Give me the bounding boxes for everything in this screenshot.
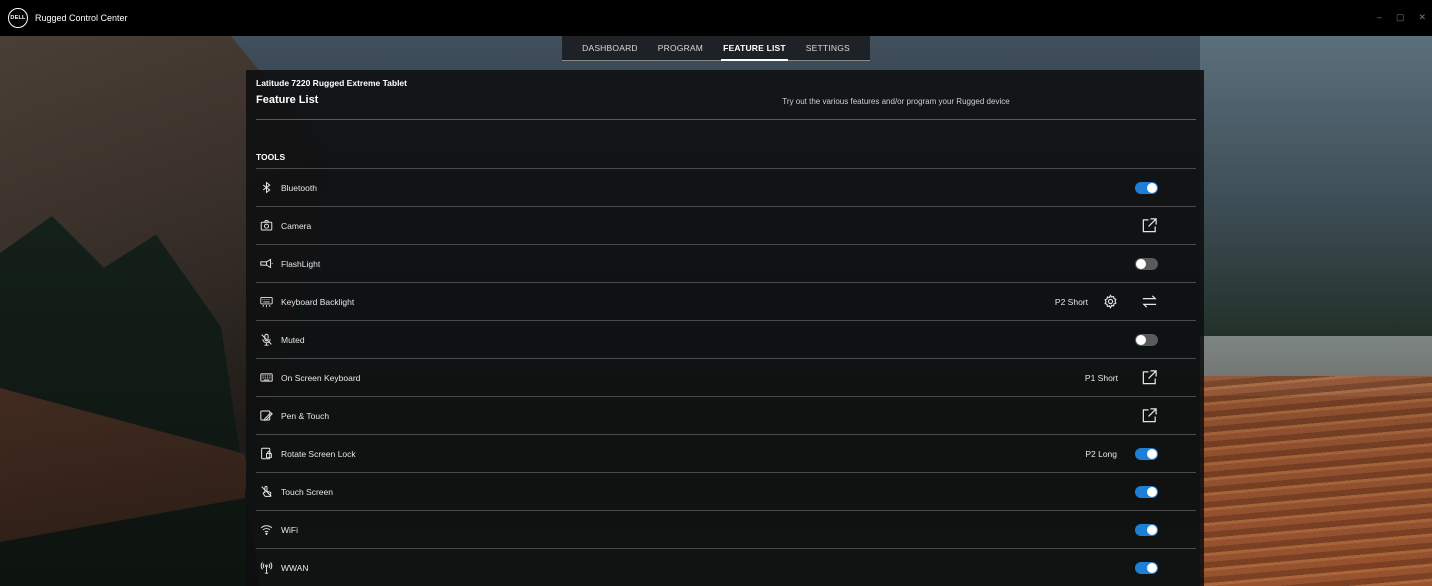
maximize-button[interactable]: ▢: [1396, 12, 1405, 22]
feature-row-bluetooth: Bluetooth: [256, 168, 1196, 206]
feature-controls: [1135, 511, 1158, 548]
external-link-icon[interactable]: [1140, 407, 1158, 425]
header-divider: [256, 119, 1196, 120]
feature-row-rotate-screen-lock: Rotate Screen Lock P2 Long: [256, 434, 1196, 472]
feature-controls: P2 Long: [1085, 435, 1158, 472]
wwan-toggle[interactable]: [1135, 561, 1158, 574]
shortcut-label: P2 Short: [1054, 296, 1088, 307]
feature-row-wwan: WWAN: [256, 548, 1196, 586]
feature-row-keyboard-backlight: Keyboard Backlight P2 Short: [256, 282, 1196, 320]
feature-controls: [1135, 245, 1158, 282]
external-link-icon[interactable]: [1140, 217, 1158, 235]
feature-label: Pen & Touch: [281, 410, 330, 421]
dell-logo: DELL: [8, 8, 28, 28]
tab-program[interactable]: PROGRAM: [648, 36, 713, 60]
page-title: Feature List: [256, 94, 319, 106]
feature-row-touch-screen: Touch Screen: [256, 472, 1196, 510]
page-subtitle: Try out the various features and/or prog…: [782, 97, 1010, 106]
feature-controls: [1135, 321, 1158, 358]
feature-label: Touch Screen: [281, 486, 333, 497]
shortcut-label: P2 Long: [1085, 448, 1117, 459]
feature-controls: [1135, 473, 1158, 510]
feature-label: On Screen Keyboard: [281, 372, 361, 383]
tab-feature-list[interactable]: FEATURE LIST: [713, 36, 796, 61]
feature-label: Keyboard Backlight: [281, 296, 355, 307]
tab-bar: DASHBOARD PROGRAM FEATURE LIST SETTINGS: [0, 36, 1432, 61]
muted-toggle[interactable]: [1135, 333, 1158, 346]
bluetooth-icon: [259, 181, 273, 195]
feature-controls: P1 Short: [1085, 359, 1158, 396]
section-label-tools: TOOLS: [256, 152, 286, 162]
antenna-icon: [259, 561, 273, 575]
feature-row-camera: Camera: [256, 206, 1196, 244]
swap-icon[interactable]: [1140, 293, 1158, 311]
rotate-screen-lock-toggle[interactable]: [1135, 447, 1158, 460]
feature-controls: P2 Short: [1055, 283, 1158, 320]
bluetooth-toggle[interactable]: [1135, 181, 1158, 194]
feature-label: Bluetooth: [281, 182, 317, 193]
shortcut-label: P1 Short: [1084, 372, 1118, 383]
minimize-button[interactable]: –: [1377, 12, 1382, 22]
feature-rows: Bluetooth Camera FlashLight Keyboard Bac…: [256, 168, 1196, 586]
flashlight-toggle[interactable]: [1135, 257, 1158, 270]
device-name: Latitude 7220 Rugged Extreme Tablet: [256, 78, 407, 88]
tab-dashboard[interactable]: DASHBOARD: [572, 36, 648, 60]
feature-label: FlashLight: [281, 258, 321, 269]
keyboard-icon: [259, 371, 273, 385]
wifi-toggle[interactable]: [1135, 523, 1158, 536]
app-title: Rugged Control Center: [35, 13, 128, 23]
flashlight-icon: [259, 257, 273, 271]
feature-controls: [1135, 169, 1158, 206]
feature-row-flashlight: FlashLight: [256, 244, 1196, 282]
touch-screen-toggle[interactable]: [1135, 485, 1158, 498]
feature-controls: [1140, 207, 1158, 244]
feature-label: WiFi: [281, 524, 298, 535]
rotate-lock-icon: [259, 447, 273, 461]
feature-label: WWAN: [281, 562, 309, 573]
tab-settings[interactable]: SETTINGS: [796, 36, 860, 60]
feature-label: Rotate Screen Lock: [281, 448, 356, 459]
feature-label: Muted: [281, 334, 305, 345]
title-bar: DELL Rugged Control Center – ▢ ✕: [0, 0, 1432, 36]
feature-row-pen-touch: Pen & Touch: [256, 396, 1196, 434]
keyboard-backlight-icon: [259, 295, 273, 309]
background-river: [1200, 376, 1432, 586]
close-button[interactable]: ✕: [1418, 12, 1426, 22]
feature-list-panel: Latitude 7220 Rugged Extreme Tablet Feat…: [246, 70, 1204, 586]
touch-icon: [259, 485, 273, 499]
gear-icon[interactable]: [1102, 294, 1118, 310]
feature-label: Camera: [281, 220, 312, 231]
feature-row-muted: Muted: [256, 320, 1196, 358]
window-controls: – ▢ ✕: [1377, 12, 1426, 22]
external-link-icon[interactable]: [1140, 369, 1158, 387]
pen-touch-icon: [259, 409, 273, 423]
tabs: DASHBOARD PROGRAM FEATURE LIST SETTINGS: [562, 36, 870, 61]
feature-row-wifi: WiFi: [256, 510, 1196, 548]
feature-controls: [1140, 397, 1158, 434]
feature-row-on-screen-keyboard: On Screen Keyboard P1 Short: [256, 358, 1196, 396]
wifi-icon: [259, 523, 273, 537]
mic-off-icon: [259, 333, 273, 347]
feature-controls: [1135, 549, 1158, 586]
camera-icon: [259, 219, 273, 233]
